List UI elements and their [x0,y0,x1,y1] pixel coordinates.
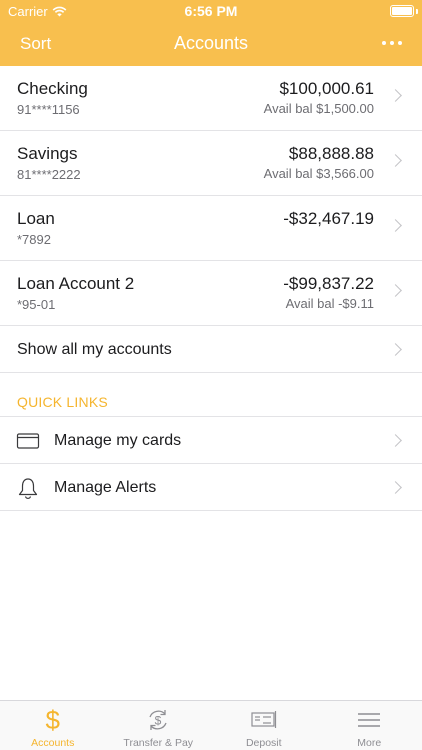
bell-icon [18,478,38,499]
account-balance: $100,000.61 [279,79,374,98]
quick-links-list: Manage my cards Manage Alerts [0,416,422,511]
account-balance: $88,888.88 [288,144,374,163]
nav-bar: Sort Accounts [0,22,422,66]
manage-cards-link[interactable]: Manage my cards [0,417,422,464]
account-row-savings[interactable]: Savings 81****2222 $88,888.88 Avail bal … [0,131,422,196]
check-deposit-icon [251,711,276,728]
tab-label: Accounts [31,737,75,749]
available-balance: Avail bal $1,500.00 [263,101,374,116]
account-name: Loan Account 2 [17,274,135,293]
tab-bar: $ Accounts $ Transfer & Pay Deposit More [0,700,422,750]
account-number: 81****2222 [17,167,81,182]
card-icon [16,433,40,449]
show-all-label: Show all my accounts [17,341,172,358]
more-options-icon[interactable] [378,32,406,54]
status-time: 6:56 PM [184,3,238,19]
account-row-loan-account-2[interactable]: Loan Account 2 *95-01 -$99,837.22 Avail … [0,261,422,326]
chevron-right-icon [389,219,402,232]
account-balance: -$32,467.19 [283,209,374,228]
chevron-right-icon [389,154,402,167]
svg-text:$: $ [155,714,162,728]
manage-alerts-link[interactable]: Manage Alerts [0,464,422,511]
battery-tip [416,9,418,14]
status-bar: Carrier 6:56 PM [0,0,422,22]
account-name: Checking [17,79,88,98]
quick-link-label: Manage Alerts [54,479,157,496]
quick-links-heading: QUICK LINKS [17,394,108,410]
account-number: *7892 [17,232,51,247]
chevron-right-icon [389,284,402,297]
tab-deposit[interactable]: Deposit [211,701,317,750]
account-balance: -$99,837.22 [283,274,374,293]
account-number: *95-01 [17,297,56,312]
tab-accounts[interactable]: $ Accounts [0,701,106,750]
quick-link-label: Manage my cards [54,432,182,449]
account-name: Savings [17,144,78,163]
accounts-list: Checking 91****1156 $100,000.61 Avail ba… [0,66,422,373]
tab-label: More [357,737,382,749]
tab-label: Deposit [245,737,282,749]
account-name: Loan [17,209,55,228]
account-row-checking[interactable]: Checking 91****1156 $100,000.61 Avail ba… [0,66,422,131]
transfer-icon: $ [149,710,167,730]
page-title: Accounts [173,33,249,53]
available-balance: Avail bal -$9.11 [285,296,374,311]
menu-icon [358,713,381,727]
account-number: 91****1156 [17,102,80,117]
dollar-icon: $ [45,705,60,735]
chevron-right-icon [389,434,402,447]
chevron-right-icon [389,343,402,356]
available-balance: Avail bal $3,566.00 [263,166,374,181]
show-all-accounts-button[interactable]: Show all my accounts [0,326,422,373]
chevron-right-icon [389,89,402,102]
tab-more[interactable]: More [317,701,422,750]
chevron-right-icon [389,481,402,494]
tab-label: Transfer & Pay [123,737,194,749]
header-bar: Carrier 6:56 PM Sort Accounts [0,0,422,66]
account-row-loan[interactable]: Loan *7892 -$32,467.19 [0,196,422,261]
tab-transfer-pay[interactable]: $ Transfer & Pay [106,701,212,750]
battery-icon [390,5,414,17]
